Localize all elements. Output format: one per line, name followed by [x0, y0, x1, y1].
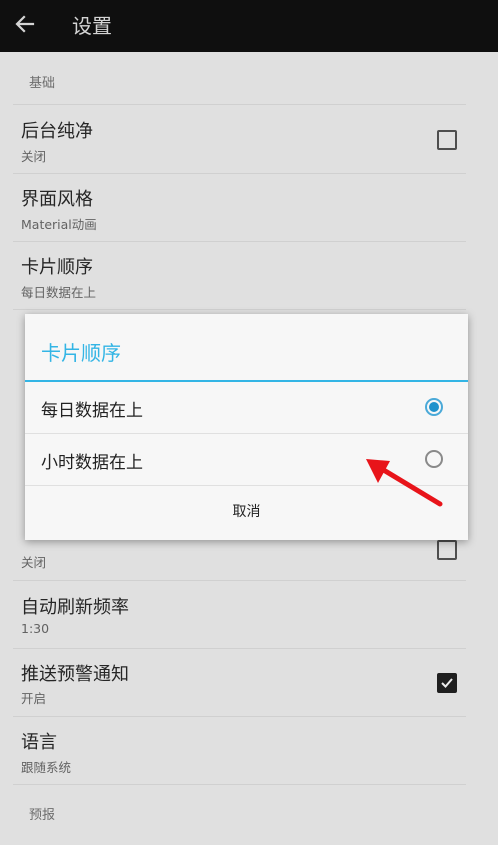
dialog-title: 卡片顺序: [41, 341, 121, 365]
radio-selected[interactable]: [425, 398, 443, 416]
annotation-arrow-icon: [366, 459, 443, 507]
option-label: 每日数据在上: [41, 401, 143, 421]
option-label: 小时数据在上: [41, 453, 143, 473]
option-daily-first[interactable]: 每日数据在上: [25, 382, 468, 433]
